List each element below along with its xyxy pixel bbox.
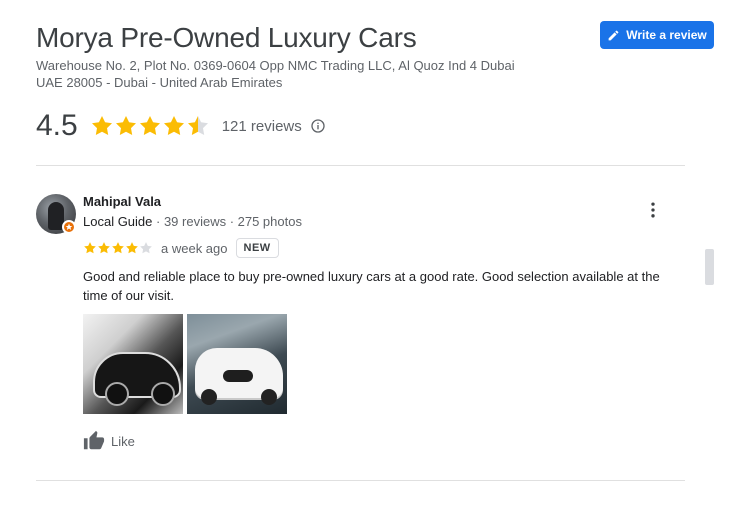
business-address: Warehouse No. 2, Plot No. 0369-0604 Opp …	[36, 57, 556, 91]
reviewer-stats: · 39 reviews · 275 photos	[152, 214, 302, 229]
star-icon	[126, 242, 138, 254]
wheel	[201, 389, 217, 405]
like-label: Like	[111, 433, 135, 449]
wheel	[105, 382, 129, 406]
reviewer-name[interactable]: Mahipal Vala	[83, 194, 161, 209]
write-review-button[interactable]: Write a review	[600, 21, 714, 49]
thumb-up-icon	[83, 430, 105, 450]
star-icon	[139, 116, 160, 136]
like-button[interactable]: Like	[83, 430, 135, 452]
star-icon	[163, 116, 184, 136]
review-text: Good and reliable place to buy pre-owned…	[83, 269, 660, 303]
wheel	[261, 389, 277, 405]
pencil-icon	[608, 30, 619, 40]
divider-bottom	[36, 480, 685, 481]
divider-top	[36, 165, 685, 166]
star-icon	[91, 116, 112, 136]
rating-stars	[90, 114, 210, 138]
info-icon[interactable]	[310, 118, 326, 134]
address-line-1: Warehouse No. 2, Plot No. 0369-0604 Opp …	[36, 58, 515, 73]
more-vert-icon[interactable]	[643, 200, 663, 220]
star-icon	[187, 116, 208, 136]
business-title: Morya Pre-Owned Luxury Cars	[36, 22, 417, 53]
wheel	[151, 382, 175, 406]
star-icon	[112, 242, 124, 254]
car-image	[195, 348, 283, 405]
star-icon	[84, 242, 96, 254]
local-guide-icon	[62, 220, 76, 234]
rating-summary: 4.5 121 reviews	[36, 108, 326, 144]
car-image	[93, 352, 181, 406]
review-date: a week ago	[161, 240, 228, 256]
review-photo[interactable]	[187, 314, 287, 414]
write-review-label: Write a review	[626, 28, 707, 42]
review-stars	[83, 241, 153, 255]
scrollbar-thumb[interactable]	[705, 249, 714, 285]
reviewer-meta: Local Guide · 39 reviews · 275 photos	[83, 214, 302, 229]
local-guide-label: Local Guide	[83, 214, 153, 229]
rating-value: 4.5	[36, 109, 78, 142]
new-badge: NEW	[235, 238, 279, 258]
review-photo[interactable]	[83, 314, 183, 414]
star-icon	[115, 116, 136, 136]
review-count-link[interactable]: 121 reviews	[222, 118, 302, 135]
address-line-2: UAE 28005 - Dubai - United Arab Emirates	[36, 75, 283, 90]
star-icon	[140, 242, 152, 254]
car-grill	[223, 370, 253, 382]
review-rating-row: a week ago NEW	[83, 237, 279, 259]
star-icon	[98, 242, 110, 254]
